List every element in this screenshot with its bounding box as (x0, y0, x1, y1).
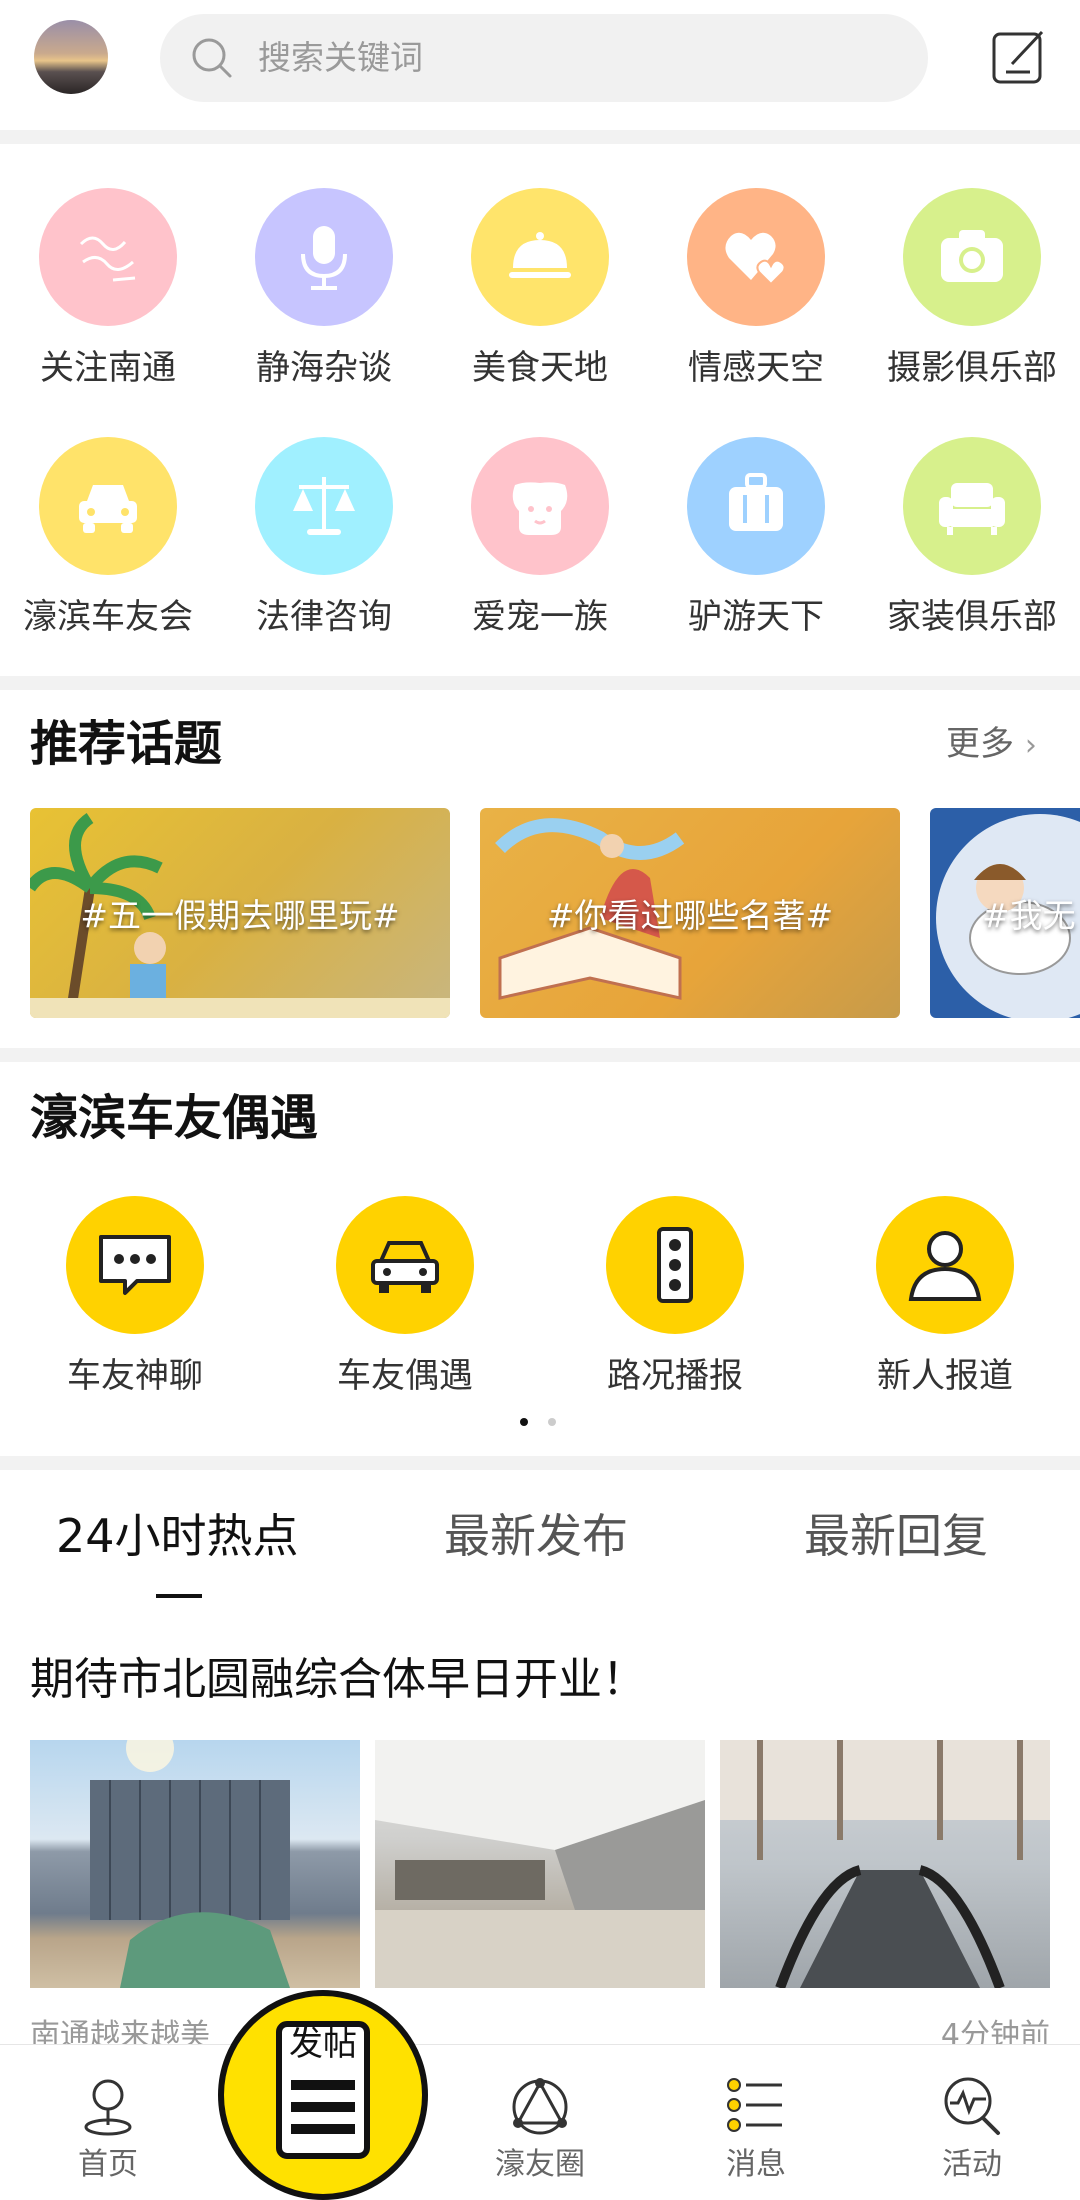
person-icon (876, 1196, 1014, 1334)
car-item-label: 车友神聊 (67, 1356, 203, 1396)
message-list-icon (727, 2078, 782, 2132)
topics-title: 推荐话题 (30, 716, 223, 772)
category-item[interactable]: 驴游天下 (648, 437, 864, 657)
sofa-icon (903, 437, 1041, 575)
category-label: 美食天地 (472, 348, 608, 388)
search-placeholder: 搜索关键词 (258, 38, 423, 77)
post-photo[interactable] (720, 1740, 1050, 1988)
category-label: 家装俱乐部 (887, 597, 1057, 637)
topic-card[interactable]: #五一假期去哪里玩# (30, 808, 450, 1018)
category-item[interactable]: 情感天空 (648, 188, 864, 408)
topics-more-link[interactable]: 更多 › (946, 720, 1037, 770)
top-header: 搜索关键词 (0, 0, 1080, 130)
car-icon (336, 1196, 474, 1334)
active-tab-indicator (156, 1594, 202, 1598)
post-title[interactable]: 期待市北圆融综合体早日开业！ (30, 1648, 646, 1712)
scale-icon (255, 437, 393, 575)
traffic-light-icon (606, 1196, 744, 1334)
category-label: 法律咨询 (256, 597, 392, 637)
car-item-label: 车友偶遇 (337, 1356, 473, 1396)
search-input[interactable]: 搜索关键词 (160, 14, 928, 102)
nav-label: 濠友圈 (495, 2147, 585, 2182)
category-label: 濠滨车友会 (23, 597, 193, 637)
category-label: 驴游天下 (688, 597, 824, 637)
tab-latest-replies[interactable]: 最新回复 (804, 1504, 988, 1568)
hearts-icon (687, 188, 825, 326)
microphone-icon (255, 188, 393, 326)
mall-interior-photo (375, 1740, 705, 1988)
compose-icon[interactable] (990, 28, 1048, 86)
nav-activity[interactable]: 活动 (864, 2069, 1080, 2185)
topic-text: #五一假期去哪里玩# (80, 896, 400, 935)
more-label: 更多 (946, 724, 1014, 764)
category-item[interactable]: 静海杂谈 (216, 188, 432, 408)
location-pin-icon (84, 2079, 132, 2136)
category-item[interactable]: 爱宠一族 (432, 437, 648, 657)
category-item[interactable]: 关注南通 (0, 188, 216, 408)
escalator-photo (720, 1740, 1050, 1988)
section-divider (0, 1456, 1080, 1470)
pager-dot-active[interactable] (520, 1418, 528, 1426)
pager-dot[interactable] (548, 1418, 556, 1426)
category-label: 关注南通 (40, 348, 176, 388)
car-item-label: 新人报道 (877, 1356, 1013, 1396)
car-item[interactable]: 车友偶遇 (270, 1196, 540, 1406)
car-icon (39, 437, 177, 575)
category-label: 静海杂谈 (256, 348, 392, 388)
suitcase-icon (687, 437, 825, 575)
circle-network-icon (512, 2078, 568, 2135)
nav-home[interactable]: 首页 (0, 2069, 216, 2185)
section-divider (0, 676, 1080, 690)
car-item-label: 路况播报 (607, 1356, 743, 1396)
post-photo[interactable] (375, 1740, 705, 1988)
nav-label: 活动 (942, 2147, 1002, 2182)
new-post-button[interactable]: 发帖 (218, 1990, 428, 2200)
chat-bubble-icon (66, 1196, 204, 1334)
camera-icon (903, 188, 1041, 326)
car-item[interactable]: 新人报道 (810, 1196, 1080, 1406)
topic-card[interactable]: #你看过哪些名著# (480, 808, 900, 1018)
category-item[interactable]: 法律咨询 (216, 437, 432, 657)
section-divider (0, 130, 1080, 144)
category-item[interactable]: 摄影俱乐部 (864, 188, 1080, 408)
tab-24h-hot[interactable]: 24小时热点 (56, 1504, 299, 1568)
car-section-title: 濠滨车友偶遇 (30, 1090, 319, 1146)
category-label: 情感天空 (688, 348, 824, 388)
search-icon (192, 38, 232, 78)
tab-latest-posts[interactable]: 最新发布 (444, 1504, 628, 1568)
dog-icon (471, 437, 609, 575)
activity-search-icon (944, 2077, 1000, 2135)
new-post-label: 发帖 (289, 2024, 357, 2064)
topic-text: #你看过哪些名著# (546, 896, 834, 935)
car-item[interactable]: 车友神聊 (0, 1196, 270, 1406)
category-label: 爱宠一族 (472, 597, 608, 637)
user-avatar[interactable] (34, 20, 108, 94)
post-photo[interactable] (30, 1740, 360, 1988)
category-item[interactable]: 家装俱乐部 (864, 437, 1080, 657)
category-label: 摄影俱乐部 (887, 348, 1057, 388)
bottom-navigation: 首页 濠友圈 消息 活动 (0, 2044, 1080, 2200)
nav-messages[interactable]: 消息 (648, 2069, 864, 2185)
building-photo (90, 1740, 290, 1988)
section-divider (0, 1048, 1080, 1062)
category-item[interactable]: 美食天地 (432, 188, 648, 408)
topic-card[interactable]: #我无 (930, 808, 1080, 1018)
car-item[interactable]: 路况播报 (540, 1196, 810, 1406)
nav-label: 首页 (78, 2147, 138, 2182)
food-cloche-icon (471, 188, 609, 326)
nav-circle[interactable]: 濠友圈 (432, 2069, 648, 2185)
category-item[interactable]: 濠滨车友会 (0, 437, 216, 657)
handwriting-logo-icon (39, 188, 177, 326)
chevron-right-icon: › (1024, 728, 1037, 763)
nav-label: 消息 (726, 2147, 786, 2182)
topic-text: #我无 (982, 896, 1076, 935)
